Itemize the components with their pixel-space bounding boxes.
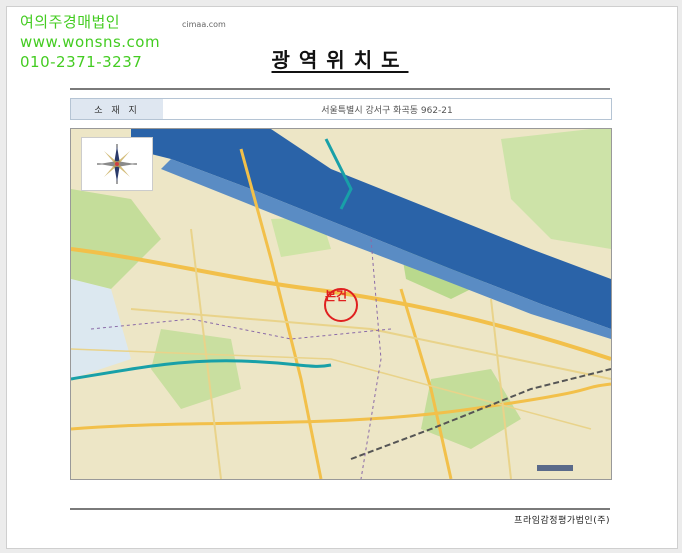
top-divider bbox=[70, 88, 610, 90]
watermark: 여의주경매법인 www.wonsns.com 010-2371-3237 bbox=[20, 12, 160, 72]
location-marker-icon: 본건 bbox=[325, 289, 348, 303]
bottom-divider bbox=[70, 508, 610, 510]
watermark-website[interactable]: www.wonsns.com bbox=[20, 32, 160, 52]
watermark-phone: 010-2371-3237 bbox=[20, 53, 143, 71]
address-label: 소 재 지 bbox=[71, 99, 163, 119]
scale-bar bbox=[537, 465, 573, 471]
address-value: 서울특별시 강서구 화곡동 962-21 bbox=[321, 105, 453, 116]
watermark-name: 여의주경매법인 bbox=[20, 13, 121, 31]
compass-icon bbox=[81, 137, 153, 191]
address-row: 소 재 지 서울특별시 강서구 화곡동 962-21 bbox=[70, 98, 612, 120]
location-map[interactable]: 본건 bbox=[70, 128, 612, 480]
footer-company: 프라임감정평가법인(주) bbox=[514, 516, 610, 526]
page-title: 광역위치도 bbox=[271, 48, 409, 72]
header-url: cimaa.com bbox=[182, 20, 226, 29]
